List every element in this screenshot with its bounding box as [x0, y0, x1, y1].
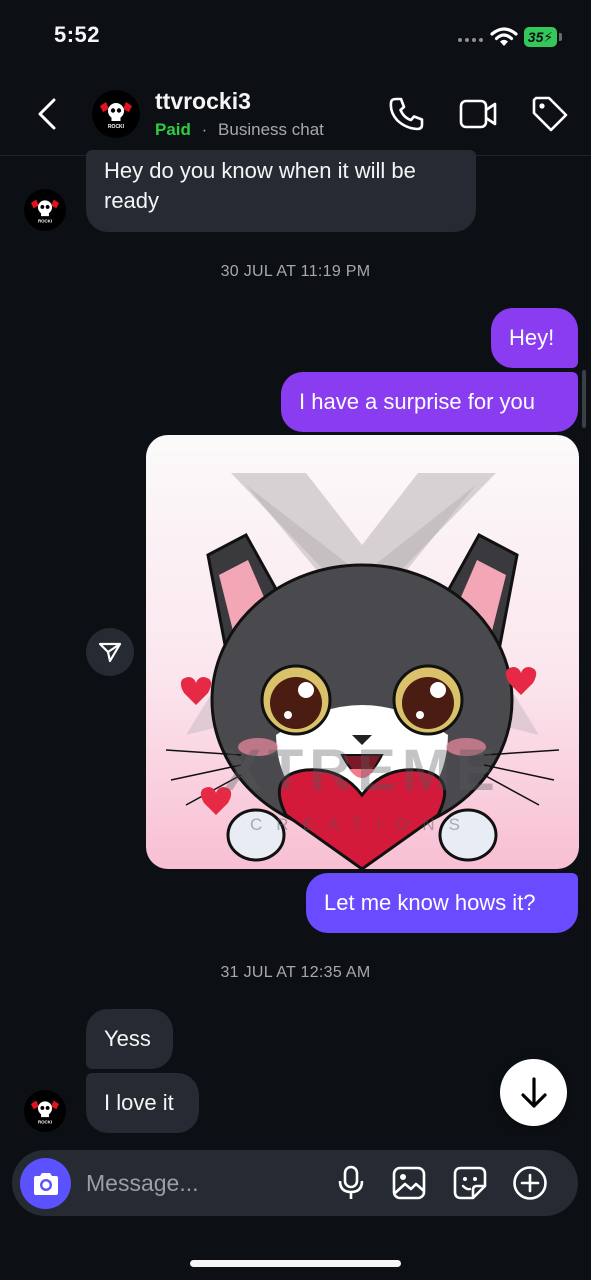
cat-sticker-image[interactable]: XTREME CREATIONS	[146, 435, 579, 869]
sender-avatar[interactable]: ROCKI	[24, 1090, 66, 1132]
wifi-icon	[490, 27, 518, 46]
back-arrow-icon[interactable]	[30, 94, 66, 134]
incoming-message-3[interactable]: I love it	[86, 1073, 199, 1133]
message-text: I love it	[104, 1090, 174, 1115]
camera-icon	[33, 1172, 58, 1195]
plus-icon	[513, 1166, 547, 1200]
sender-avatar[interactable]: ROCKI	[24, 189, 66, 231]
contact-subtitle: Paid · Business chat	[155, 120, 324, 140]
sticker-button[interactable]	[450, 1163, 490, 1203]
message-text: Hey!	[509, 325, 555, 350]
contact-name[interactable]: ttvrocki3	[155, 88, 251, 115]
timestamp: 30 JUL AT 11:19 PM	[220, 263, 371, 280]
avatar-text: ROCKI	[38, 218, 52, 223]
message-text: Yess	[104, 1026, 151, 1051]
battery-icon: 35 ⚡	[524, 27, 562, 47]
phone-icon[interactable]	[386, 94, 426, 134]
signal-dots-icon	[458, 38, 484, 44]
status-time: 5:52	[54, 22, 101, 47]
avatar-text: ROCKI	[38, 1119, 52, 1124]
incoming-message-2[interactable]: Yess	[86, 1009, 173, 1069]
tag-icon[interactable]	[530, 94, 570, 134]
message-text: Hey do you know when it will be ready	[104, 158, 416, 213]
outgoing-message-3[interactable]: Let me know hows it?	[306, 873, 578, 933]
paid-badge: Paid	[155, 120, 191, 139]
message-text: Let me know hows it?	[324, 890, 536, 915]
watermark-subtext: CREATIONS	[250, 815, 474, 834]
share-button[interactable]	[86, 628, 134, 676]
timestamp: 31 JUL AT 12:35 AM	[220, 964, 371, 981]
sticker-icon	[453, 1166, 487, 1200]
message-input[interactable]	[86, 1164, 321, 1202]
scrollbar[interactable]	[582, 370, 586, 428]
microphone-icon	[338, 1165, 364, 1199]
incoming-message-1[interactable]: Hey do you know when it will be ready	[86, 150, 476, 232]
gallery-button[interactable]	[389, 1163, 429, 1203]
outgoing-message-2[interactable]: I have a surprise for you	[281, 372, 578, 432]
camera-button[interactable]	[20, 1158, 71, 1209]
share-icon	[98, 642, 122, 663]
avatar-text: ROCKI	[108, 124, 125, 130]
outgoing-message-1[interactable]: Hey!	[491, 308, 578, 368]
add-button[interactable]	[510, 1163, 550, 1203]
gallery-icon	[392, 1166, 426, 1200]
arrow-down-icon	[520, 1076, 547, 1108]
watermark-text: XTREME	[223, 738, 501, 803]
subtitle-separator: ·	[201, 120, 208, 139]
video-icon[interactable]	[458, 94, 498, 134]
message-text: I have a surprise for you	[299, 389, 536, 414]
chat-type-label: Business chat	[218, 120, 324, 139]
avatar[interactable]: ROCKI	[92, 90, 140, 138]
home-indicator[interactable]	[190, 1260, 401, 1267]
battery-level: 35	[527, 29, 544, 45]
microphone-button[interactable]	[331, 1163, 371, 1203]
scroll-to-bottom-button[interactable]	[500, 1059, 567, 1126]
